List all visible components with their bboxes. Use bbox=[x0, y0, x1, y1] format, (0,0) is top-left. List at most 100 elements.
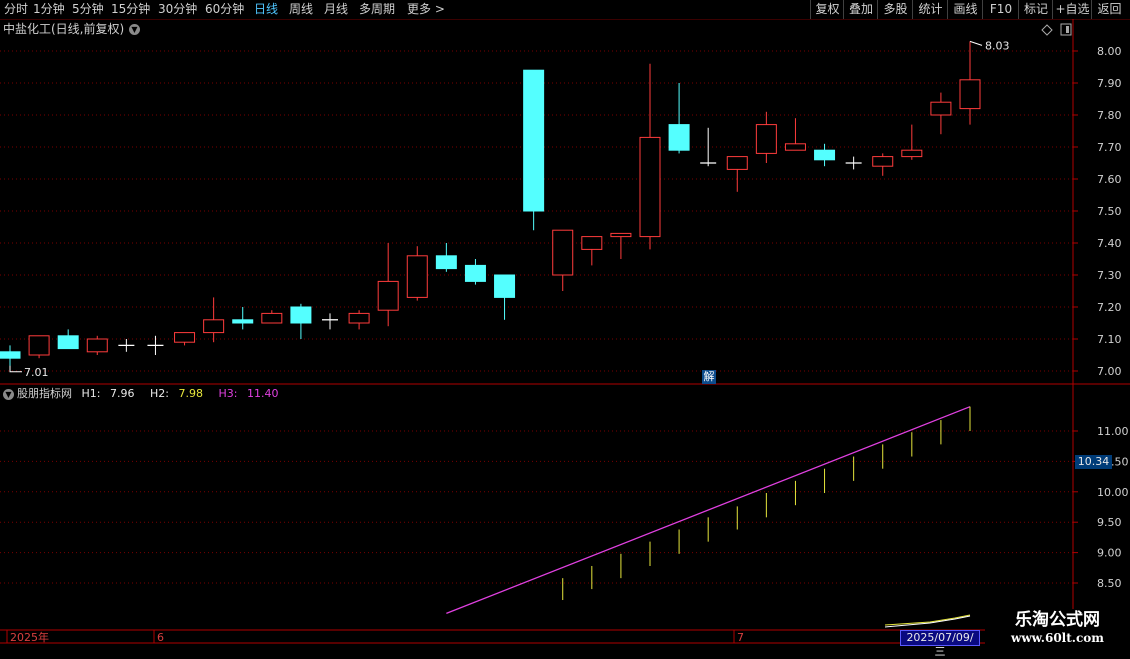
time-label: 7 bbox=[737, 631, 744, 644]
indicator-tick-label: 9.50 bbox=[1097, 516, 1122, 529]
price-tick-label: 7.90 bbox=[1097, 77, 1122, 90]
candle bbox=[0, 345, 21, 368]
candle-body bbox=[668, 124, 690, 151]
candle-body bbox=[464, 264, 486, 282]
price-tick-label: 7.70 bbox=[1097, 141, 1122, 154]
candle bbox=[755, 111, 777, 163]
price-axis: 8.00 7.90 7.80 7.70 7.60 7.50 7.40 7.30 7.20 7.10… bbox=[1073, 45, 1122, 378]
candle bbox=[845, 156, 862, 170]
candle bbox=[322, 313, 338, 330]
candle-body bbox=[959, 79, 981, 110]
candle-body bbox=[814, 149, 836, 161]
chart-canvas: 8.00 7.90 7.80 7.70 7.60 7.50 7.40 7.30 7.20 7.10… bbox=[0, 19, 1130, 644]
candle-body bbox=[232, 319, 254, 324]
candle bbox=[959, 41, 981, 125]
candlesticks bbox=[0, 41, 981, 368]
indicator-marks bbox=[446, 406, 971, 628]
candle bbox=[377, 243, 399, 327]
time-label: 2025年 bbox=[10, 630, 49, 644]
candle bbox=[28, 335, 50, 359]
indicator-tick-label: 11.00 bbox=[1097, 425, 1129, 438]
candle-body bbox=[174, 332, 196, 343]
candle bbox=[552, 229, 574, 291]
candle bbox=[581, 236, 603, 266]
current-value-label: 10.34 bbox=[1075, 455, 1112, 469]
candle bbox=[232, 307, 254, 330]
candle bbox=[523, 69, 545, 231]
candle bbox=[668, 83, 690, 154]
indicator-title: 股朋指标网 H1: 7.96 H2: 7.98 H3: 11.40 bbox=[17, 387, 290, 401]
candle bbox=[639, 63, 661, 250]
price-tick-label: 7.40 bbox=[1097, 237, 1122, 250]
candle bbox=[700, 127, 717, 167]
time-axis: 2025年 6 7 bbox=[6, 630, 744, 644]
candle-body bbox=[377, 280, 399, 311]
indicator-axis: 11.0010.5010.009.509.008.50 bbox=[1073, 425, 1129, 590]
candle-body bbox=[86, 338, 108, 353]
jie-badge[interactable]: 解 bbox=[702, 370, 716, 384]
indicator-tick-label: 8.50 bbox=[1097, 577, 1122, 590]
candle-body bbox=[348, 312, 370, 324]
candle bbox=[930, 92, 952, 135]
axis-lines bbox=[0, 19, 1130, 644]
candle bbox=[290, 303, 312, 339]
candle-body bbox=[435, 255, 457, 270]
price-tick-label: 8.00 bbox=[1097, 45, 1122, 58]
cursor-date-label: 2025/07/09/三 bbox=[900, 630, 980, 658]
candle bbox=[814, 143, 836, 167]
h1-readout: H1: 7.96 bbox=[82, 387, 141, 400]
chevron-down-icon[interactable]: ▼ bbox=[129, 24, 140, 35]
candle-body bbox=[755, 124, 777, 154]
candle-body bbox=[28, 335, 50, 356]
candle bbox=[118, 339, 135, 352]
indicator-tick-label: 9.00 bbox=[1097, 547, 1122, 560]
indicator-tick-label: 10.00 bbox=[1097, 486, 1129, 499]
candle bbox=[86, 335, 108, 355]
price-tick-label: 7.10 bbox=[1097, 333, 1122, 346]
h3-line bbox=[446, 406, 971, 615]
high-label: 8.03 bbox=[985, 39, 1010, 52]
candle-body bbox=[784, 143, 806, 151]
candle-body bbox=[610, 232, 632, 238]
high-arrow bbox=[969, 40, 983, 46]
candle bbox=[726, 156, 748, 192]
candle-body bbox=[581, 236, 603, 250]
price-tick-label: 7.00 bbox=[1097, 365, 1122, 378]
candle-body bbox=[901, 149, 923, 158]
stock-title-text: 中盐化工(日线,前复权) bbox=[3, 22, 125, 36]
chevron-down-icon[interactable]: ▼ bbox=[3, 389, 14, 400]
candle-body bbox=[57, 335, 79, 350]
candle bbox=[872, 153, 894, 176]
candle-body bbox=[726, 156, 748, 170]
candle-body bbox=[0, 351, 21, 359]
candle-body bbox=[261, 312, 283, 324]
indicator-name[interactable]: 股朋指标网 bbox=[17, 387, 72, 400]
h1-label: H1: bbox=[81, 387, 101, 400]
price-tick-label: 7.20 bbox=[1097, 301, 1122, 314]
candle-body bbox=[290, 306, 312, 324]
time-label: 6 bbox=[157, 631, 164, 644]
watermark-title: 乐淘公式网 bbox=[1015, 610, 1100, 630]
h1-value: 7.96 bbox=[109, 387, 135, 400]
candle bbox=[784, 118, 806, 151]
candle-body bbox=[639, 136, 661, 238]
candle-body bbox=[523, 69, 545, 212]
candle-body bbox=[930, 101, 952, 116]
candle bbox=[261, 310, 283, 324]
h3-value: 11.40 bbox=[246, 387, 279, 400]
panel-icon-fill bbox=[1066, 26, 1069, 33]
low-label: 7.01 bbox=[24, 366, 49, 379]
candle-body bbox=[494, 274, 516, 298]
h3-label: H3: bbox=[218, 387, 238, 400]
h2-label: H2: bbox=[149, 387, 169, 400]
candle bbox=[901, 124, 923, 160]
candle bbox=[610, 232, 632, 259]
watermark: 乐淘公式网 www.60lt.com bbox=[985, 609, 1130, 650]
price-tick-label: 7.60 bbox=[1097, 173, 1122, 186]
candle-body bbox=[203, 319, 225, 334]
candle-body bbox=[872, 156, 894, 167]
diamond-icon[interactable] bbox=[1041, 24, 1053, 36]
watermark-url: www.60lt.com bbox=[1011, 631, 1104, 645]
stock-title: 中盐化工(日线,前复权) bbox=[3, 21, 124, 37]
candle bbox=[435, 243, 457, 272]
